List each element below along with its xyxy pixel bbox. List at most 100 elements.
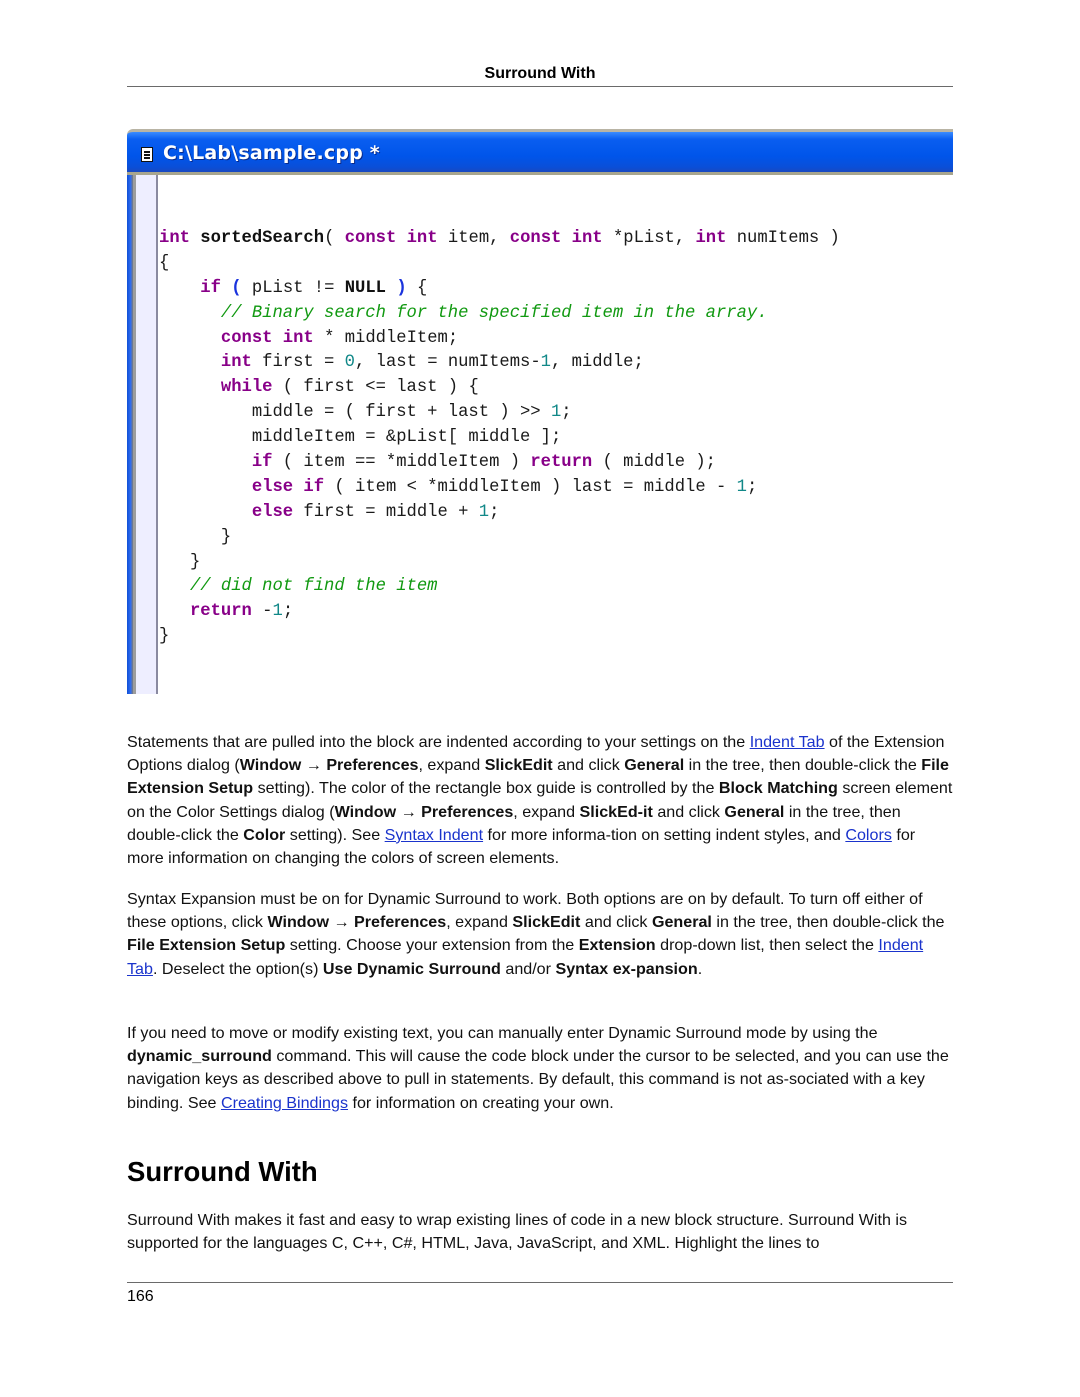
bold-term: SlickEd-it: [579, 802, 653, 821]
code-token: , middle;: [550, 353, 644, 373]
link-syntax-indent[interactable]: Syntax Indent: [385, 826, 483, 844]
code-line: return -1;: [159, 600, 840, 625]
code-keyword: const: [509, 229, 562, 248]
code-keyword: int: [220, 353, 252, 373]
header-rule: [127, 86, 953, 87]
code-token: (: [231, 278, 242, 298]
code-keyword: while: [220, 378, 273, 398]
text-run: →: [396, 802, 422, 821]
text-run: Statements that are pulled into the bloc…: [127, 733, 750, 751]
code-line: middle = ( first + last ) >> 1;: [159, 401, 840, 426]
text-run: setting). The color of the rectangle box…: [253, 779, 719, 798]
code-editor: int sortedSearch( const int item, const …: [127, 175, 953, 694]
text-run: and click: [580, 913, 652, 932]
code-keyword: int: [159, 229, 190, 248]
bold-term: General: [651, 913, 712, 932]
code-keyword: int: [406, 229, 438, 248]
code-token: first =: [251, 353, 345, 373]
editor-gutter: [136, 175, 158, 694]
section-heading: Surround With: [127, 1156, 318, 1187]
code-line: else first = middle + 1;: [159, 501, 840, 526]
text-run: and click: [652, 802, 725, 821]
code-token: ( first <= last ) {: [272, 378, 479, 398]
running-header: Surround With: [484, 65, 596, 82]
code-token: ;: [489, 502, 500, 522]
code-token: ;: [746, 477, 758, 497]
code-line: }: [159, 551, 840, 576]
editor-screenshot: C:\Lab\sample.cpp * int sortedSearch( co…: [127, 129, 953, 694]
bold-term: SlickEdit: [512, 913, 581, 932]
code-token: ): [396, 278, 407, 298]
code-keyword: int: [282, 328, 314, 348]
bold-term: Window: [334, 802, 397, 821]
text-run: in the tree, then double-click the: [684, 756, 922, 775]
paragraph-dynamic-surround-command: If you need to move or modify existing t…: [127, 1022, 953, 1115]
code-token: ( item == *middleItem ): [272, 453, 531, 473]
bold-term: General: [624, 756, 685, 775]
text-run: for information on creating your own.: [348, 1093, 614, 1112]
code-line: }: [159, 625, 840, 650]
text-run: and click: [552, 756, 625, 775]
code-line: else if ( item < *middleItem ) last = mi…: [159, 476, 840, 501]
code-token: ( item < *middleItem ) last = middle -: [324, 477, 737, 497]
code-keyword: else: [251, 477, 294, 497]
code-number: 0: [344, 353, 355, 373]
bold-term: SlickEdit: [484, 756, 553, 775]
bold-term: Preferences: [421, 802, 514, 821]
code-line: if ( pList != NULL ) {: [159, 277, 840, 302]
bold-term: dynamic_surround: [127, 1047, 272, 1066]
link-creating-bindings[interactable]: Creating Bindings: [221, 1094, 348, 1112]
code-token: -: [251, 602, 273, 622]
code-token: first = middle +: [293, 502, 479, 522]
code-token: sortedSearch: [200, 229, 325, 248]
code-keyword: if: [251, 453, 273, 473]
link-colors[interactable]: Colors: [845, 826, 892, 844]
code-token: * middleItem;: [313, 328, 459, 348]
code-keyword: const: [220, 328, 273, 348]
bold-term: Window: [267, 913, 329, 932]
code-token: numItems ): [726, 229, 840, 248]
text-run: in the tree, then double-click the: [711, 913, 945, 932]
code-number: 1: [540, 353, 551, 373]
text-run: for more informa-tion on setting indent …: [483, 825, 846, 844]
code-keyword: if: [200, 278, 221, 298]
code-token: ;: [282, 602, 294, 622]
bold-term: Color: [243, 825, 286, 844]
code-token: {: [159, 253, 170, 273]
page-number: 166: [127, 1288, 154, 1305]
code-token: {: [406, 278, 428, 298]
text-run: , expand: [446, 913, 513, 932]
code-token: , last = numItems-: [355, 353, 541, 373]
code-line: }: [159, 526, 840, 551]
bold-term: Syntax ex-pansion: [555, 959, 698, 978]
bold-term: General: [724, 802, 785, 821]
text-run: . Deselect the option(s): [152, 959, 323, 978]
code-comment: // Binary search for the specified item …: [220, 303, 768, 323]
code-keyword: return: [530, 453, 593, 473]
link-indent-tab[interactable]: Indent Tab: [750, 733, 825, 751]
footer-rule: [127, 1282, 953, 1283]
code-token: }: [159, 552, 201, 572]
code-number: 1: [272, 602, 283, 622]
code-token: (: [324, 229, 345, 248]
code-token: }: [159, 627, 170, 647]
code-line: {: [159, 252, 840, 277]
bold-term: Window: [239, 756, 302, 775]
text-run: drop-down list, then select the: [655, 936, 879, 955]
code-keyword: return: [189, 602, 252, 622]
code-token: }: [159, 527, 232, 547]
paragraph-syntax-expansion: Syntax Expansion must be on for Dynamic …: [127, 888, 953, 981]
code-token: ;: [561, 403, 572, 423]
